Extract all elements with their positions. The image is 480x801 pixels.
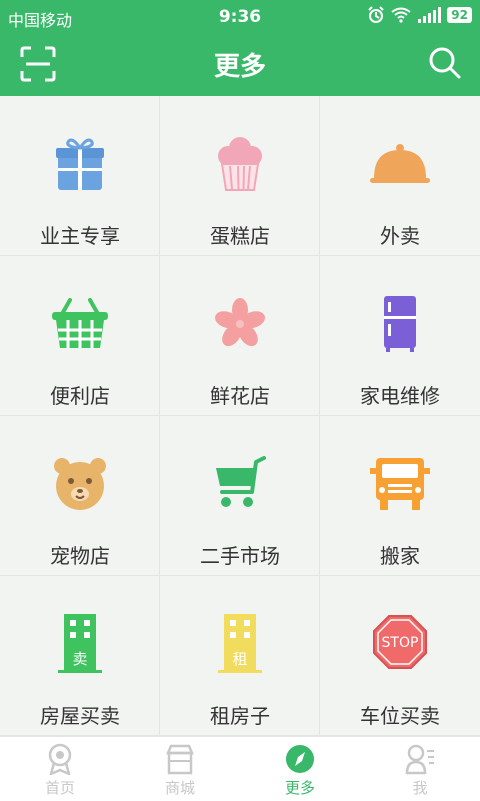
fridge-icon (384, 296, 416, 352)
bear-icon (53, 458, 106, 510)
shopping-cart-icon (215, 456, 266, 507)
service-parking-trading[interactable]: STOP 车位买卖 (320, 576, 480, 736)
flower-icon (214, 298, 265, 347)
service-label: 房屋买卖 (40, 704, 120, 728)
service-second-hand[interactable]: 二手市场 (160, 416, 320, 576)
tab-home[interactable]: 首页 (0, 737, 120, 801)
service-appliance-repair[interactable]: 家电维修 (320, 256, 480, 416)
tab-more[interactable]: 更多 (240, 737, 360, 801)
service-owner-exclusive[interactable]: 业主专享 (0, 96, 160, 256)
service-convenience-store[interactable]: 便利店 (0, 256, 160, 416)
service-label: 租房子 (210, 704, 270, 728)
tab-me[interactable]: 我 (360, 737, 480, 801)
service-label: 外卖 (380, 224, 420, 248)
service-label: 便利店 (50, 384, 110, 408)
tab-label: 更多 (284, 779, 315, 797)
service-takeout[interactable]: 外卖 (320, 96, 480, 256)
user-icon (405, 744, 434, 775)
truck-icon (370, 458, 430, 510)
bottom-tab-bar: 首页 商城 更多 我 (0, 736, 480, 801)
header-bar: 更多 (0, 34, 480, 96)
service-moving[interactable]: 搬家 (320, 416, 480, 576)
service-label: 二手市场 (200, 544, 280, 568)
food-cloche-icon (370, 144, 430, 183)
alarm-icon (368, 6, 385, 23)
service-flower-shop[interactable]: 鲜花店 (160, 256, 320, 416)
services-grid: 业主专享 蛋糕店 外卖 便利店 鲜花店 家电维修 宠物店 二手市场 搬家 卖 房… (0, 96, 480, 736)
tab-label: 首页 (44, 779, 75, 797)
shop-icon (166, 744, 194, 775)
battery-icon: 92 (447, 7, 472, 23)
signal-icon (418, 7, 442, 23)
svg-text:租: 租 (232, 650, 247, 668)
service-pet-shop[interactable]: 宠物店 (0, 416, 160, 576)
building-sell-icon: 卖 (57, 614, 102, 673)
service-label: 家电维修 (360, 384, 440, 408)
service-label: 车位买卖 (360, 704, 440, 728)
page-title: 更多 (213, 52, 266, 82)
svg-text:STOP: STOP (382, 635, 419, 651)
tab-mall[interactable]: 商城 (120, 737, 240, 801)
cupcake-icon (217, 137, 262, 191)
search-icon[interactable] (428, 46, 462, 80)
basket-icon (51, 298, 108, 348)
compass-icon (286, 745, 314, 773)
service-label: 鲜花店 (210, 384, 270, 408)
service-label: 搬家 (380, 544, 420, 568)
service-cake-shop[interactable]: 蛋糕店 (160, 96, 320, 256)
tab-label: 我 (412, 779, 428, 797)
tab-label: 商城 (164, 779, 195, 797)
service-rent-house[interactable]: 租 租房子 (160, 576, 320, 736)
status-icons: 92 (367, 6, 472, 24)
status-bar: 中国移动 9:36 92 (0, 0, 480, 34)
gift-icon (55, 138, 104, 190)
stop-sign-icon: STOP (373, 615, 427, 669)
service-label: 蛋糕店 (210, 224, 270, 248)
service-label: 宠物店 (50, 544, 110, 568)
service-label: 业主专享 (40, 224, 120, 248)
home-badge-icon (48, 743, 72, 775)
service-house-trading[interactable]: 卖 房屋买卖 (0, 576, 160, 736)
svg-text:卖: 卖 (72, 650, 87, 668)
building-rent-icon: 租 (217, 614, 262, 673)
wifi-icon (391, 7, 411, 23)
